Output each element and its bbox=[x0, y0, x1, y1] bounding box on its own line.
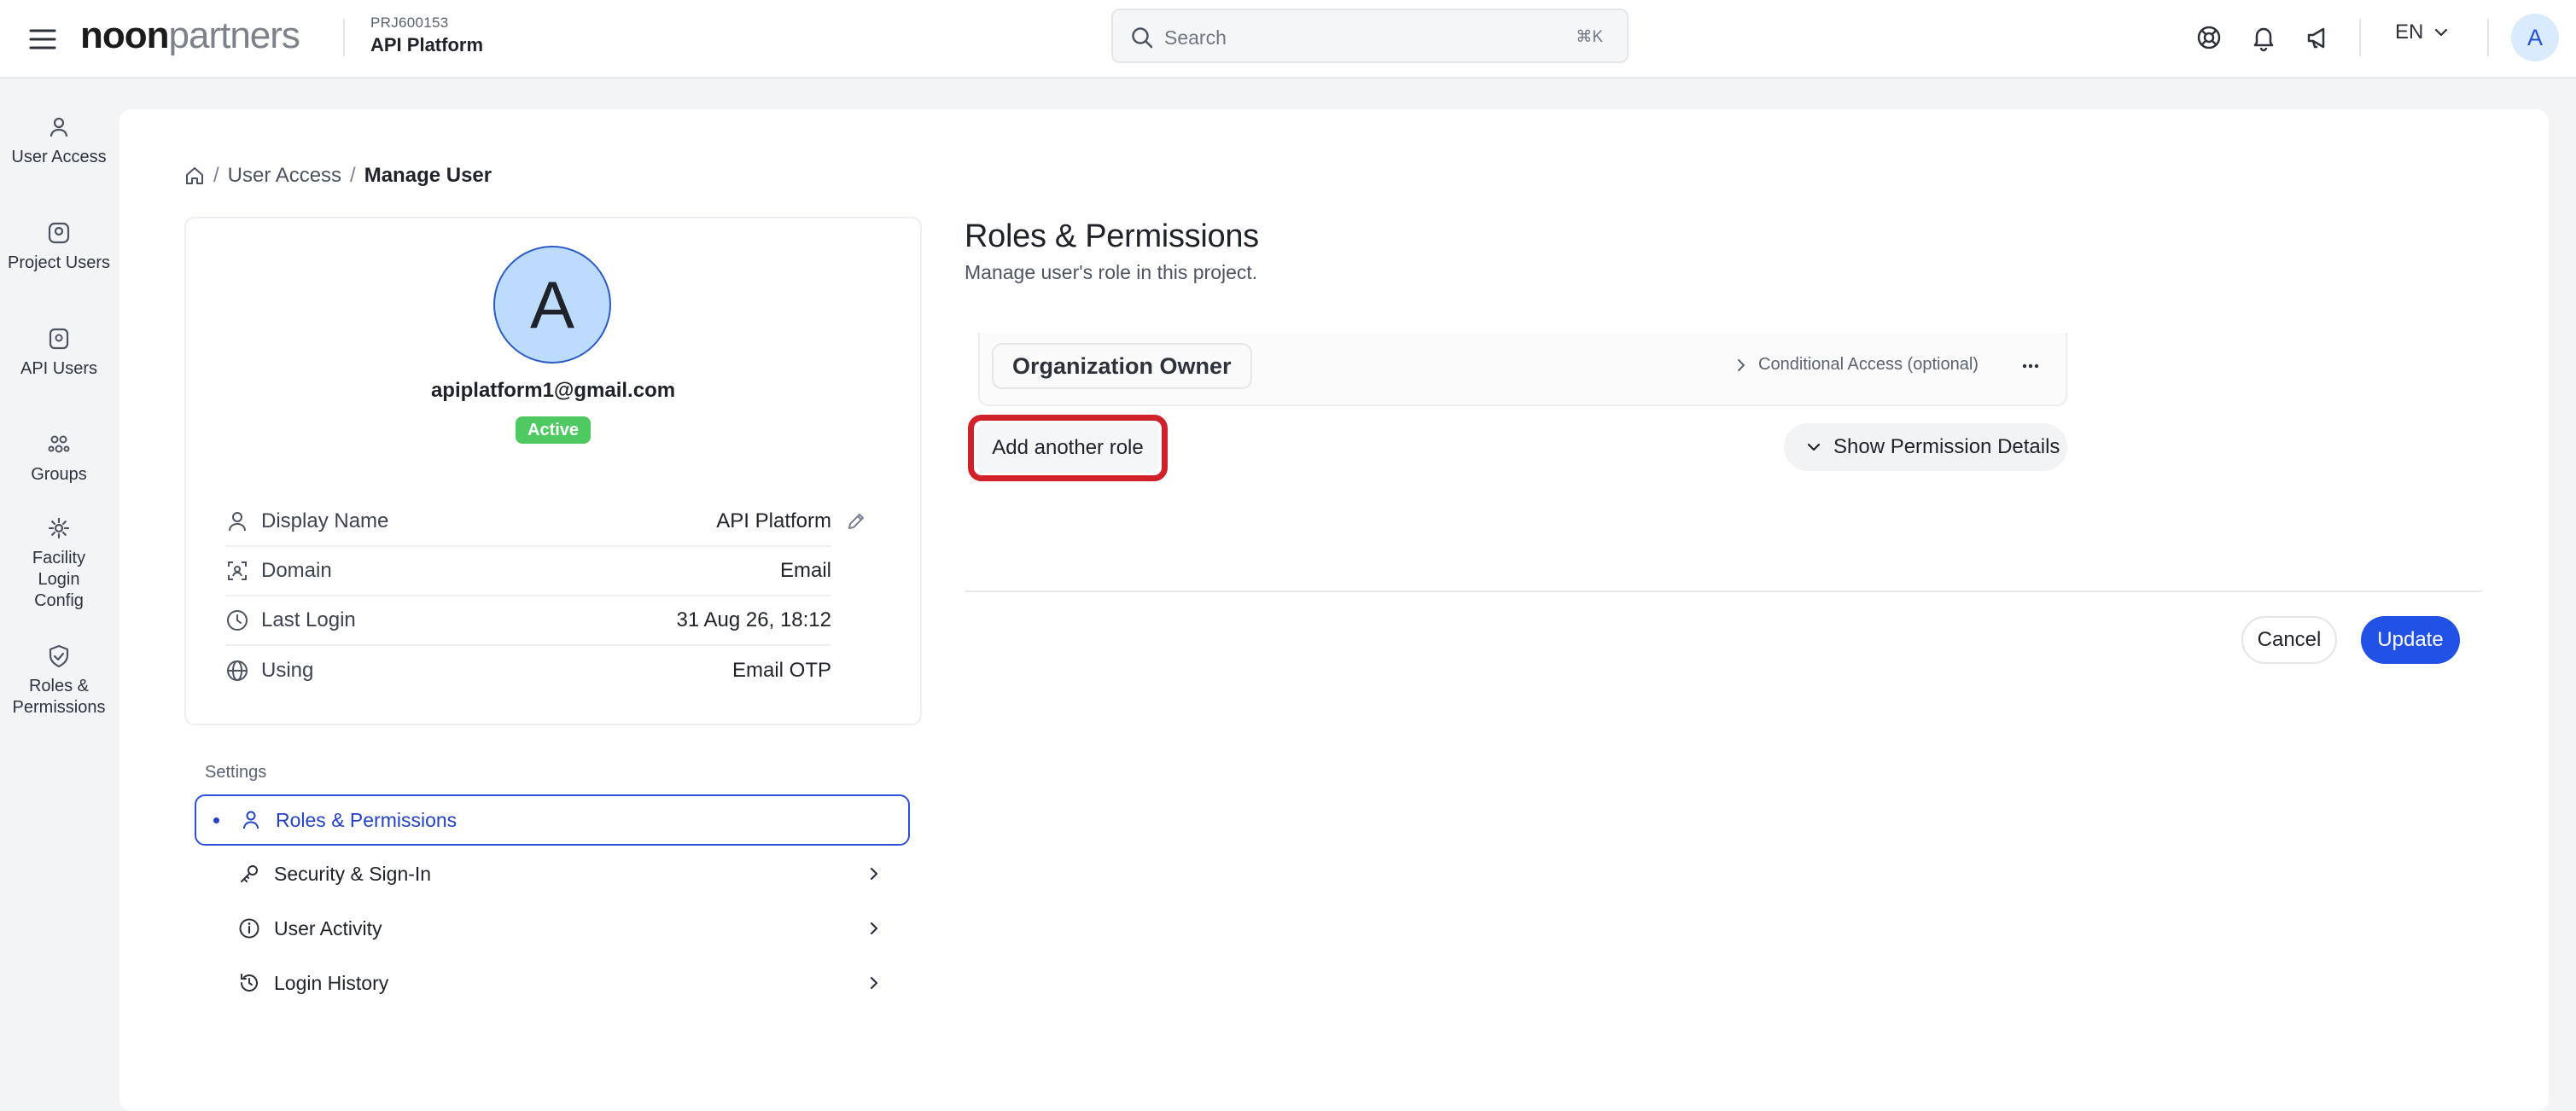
logo-primary: noon bbox=[80, 15, 170, 56]
project-name: API Platform bbox=[370, 34, 484, 55]
gear-icon bbox=[46, 515, 72, 541]
search-shortcut: ⌘K bbox=[1576, 28, 1603, 46]
info-row-last-login: Last Login 31 Aug 26, 18:12 bbox=[225, 596, 831, 646]
field-label: Last Login bbox=[261, 608, 356, 631]
cancel-button[interactable]: Cancel bbox=[2241, 616, 2337, 664]
chevron-right-icon bbox=[864, 973, 884, 993]
settings-item-label: User Activity bbox=[274, 916, 382, 939]
pencil-icon[interactable] bbox=[845, 510, 867, 532]
settings-item-security-sign-in[interactable]: Security & Sign-In bbox=[195, 848, 910, 899]
sidebar: User Access Project Users API Users Grou… bbox=[0, 80, 118, 1111]
add-another-role-button[interactable]: Add another role bbox=[976, 423, 1159, 473]
field-label: Display Name bbox=[261, 509, 389, 532]
sidebar-item-roles-permissions[interactable]: Roles & Permissions bbox=[0, 643, 118, 718]
page-title: Roles & Permissions bbox=[965, 218, 1259, 254]
field-label: Using bbox=[261, 659, 314, 682]
settings-item-label: Security & Sign-In bbox=[274, 862, 432, 885]
divider bbox=[2359, 19, 2361, 56]
chevron-right-icon bbox=[864, 864, 884, 884]
settings-item-label: Roles & Permissions bbox=[276, 808, 458, 831]
field-value: API Platform bbox=[716, 509, 831, 532]
project-code: PRJ600153 bbox=[370, 15, 449, 31]
language-select[interactable]: EN bbox=[2395, 20, 2451, 44]
breadcrumb: / User Access / Manage User bbox=[184, 164, 492, 188]
profile-avatar: A bbox=[493, 246, 611, 364]
info-row-domain: Domain Email bbox=[225, 547, 831, 596]
chevron-down-icon bbox=[2432, 23, 2451, 42]
globe-icon bbox=[225, 659, 249, 683]
info-row-using: Using Email OTP bbox=[225, 646, 831, 695]
conditional-access-label: Conditional Access (optional) bbox=[1758, 355, 1979, 374]
more-options-icon[interactable] bbox=[2018, 353, 2043, 379]
chevron-right-icon bbox=[1733, 357, 1750, 374]
settings-heading: Settings bbox=[205, 763, 267, 782]
bell-icon[interactable] bbox=[2247, 20, 2281, 55]
settings-item-user-activity[interactable]: User Activity bbox=[195, 903, 910, 954]
shield-check-icon bbox=[46, 643, 72, 669]
active-dot bbox=[213, 817, 219, 823]
field-value: 31 Aug 26, 18:12 bbox=[676, 608, 832, 631]
sidebar-item-label: API Users bbox=[20, 359, 98, 378]
sidebar-item-label: Project Users bbox=[7, 253, 111, 272]
show-permission-details-button[interactable]: Show Permission Details bbox=[1784, 423, 2067, 471]
user-avatar[interactable]: A bbox=[2511, 14, 2559, 61]
groups-icon bbox=[46, 432, 72, 457]
menu-icon[interactable] bbox=[26, 22, 60, 56]
key-icon bbox=[238, 863, 260, 885]
info-icon bbox=[238, 917, 260, 939]
sidebar-item-project-users[interactable]: Project Users bbox=[0, 220, 118, 274]
history-icon bbox=[238, 972, 260, 994]
user-icon bbox=[46, 114, 72, 140]
search-placeholder: Search bbox=[1164, 26, 1227, 49]
role-select[interactable]: Organization Owner bbox=[992, 343, 1252, 389]
settings-item-label: Login History bbox=[274, 971, 389, 994]
page-subtitle: Manage user's role in this project. bbox=[965, 261, 1258, 283]
top-bar: noonpartners PRJ600153 API Platform Sear… bbox=[0, 0, 2576, 79]
field-value: Email bbox=[779, 559, 831, 582]
logo-secondary: partners bbox=[168, 15, 300, 56]
settings-item-roles-permissions[interactable]: Roles & Permissions bbox=[195, 794, 910, 846]
chevron-down-icon bbox=[1804, 438, 1823, 457]
sidebar-item-facility-login-config[interactable]: Facility Login Config bbox=[0, 515, 118, 612]
status-badge: Active bbox=[516, 416, 592, 444]
search-icon bbox=[1130, 26, 1154, 49]
help-icon[interactable] bbox=[2192, 20, 2226, 55]
sidebar-item-label: Facility Login Config bbox=[32, 549, 86, 610]
divider bbox=[2487, 19, 2489, 56]
show-permission-details-label: Show Permission Details bbox=[1833, 435, 2060, 458]
sidebar-item-label: User Access bbox=[11, 148, 107, 166]
home-icon[interactable] bbox=[184, 166, 205, 186]
search-input[interactable]: Search ⌘K bbox=[1111, 9, 1629, 63]
user-icon bbox=[240, 809, 262, 831]
info-row-display-name: Display Name API Platform bbox=[225, 497, 831, 547]
logo[interactable]: noonpartners bbox=[80, 12, 300, 60]
breadcrumb-current: Manage User bbox=[364, 164, 492, 187]
breadcrumb-separator: / bbox=[213, 164, 219, 187]
clock-icon bbox=[225, 608, 249, 632]
megaphone-icon[interactable] bbox=[2301, 20, 2335, 55]
api-icon bbox=[46, 326, 72, 352]
sidebar-item-user-access[interactable]: User Access bbox=[0, 114, 118, 168]
user-circle-icon bbox=[46, 220, 72, 246]
sidebar-item-label: Groups bbox=[31, 465, 87, 484]
user-icon bbox=[225, 509, 249, 533]
settings-item-login-history[interactable]: Login History bbox=[195, 957, 910, 1009]
language-value: EN bbox=[2395, 20, 2424, 44]
field-value: Email OTP bbox=[731, 659, 831, 682]
profile-email: apiplatform1@gmail.com bbox=[430, 379, 676, 402]
conditional-access-toggle[interactable]: Conditional Access (optional) bbox=[1733, 355, 1979, 375]
update-button[interactable]: Update bbox=[2361, 616, 2460, 664]
sidebar-item-api-users[interactable]: API Users bbox=[0, 326, 118, 380]
field-label: Domain bbox=[261, 559, 332, 582]
scan-icon bbox=[225, 559, 249, 583]
breadcrumb-user-access[interactable]: User Access bbox=[228, 164, 341, 188]
sidebar-item-label: Roles & Permissions bbox=[12, 677, 106, 717]
divider bbox=[343, 19, 345, 56]
divider bbox=[965, 590, 2482, 592]
project-switcher[interactable]: PRJ600153 API Platform bbox=[370, 14, 483, 58]
chevron-right-icon bbox=[864, 918, 884, 939]
breadcrumb-separator: / bbox=[350, 164, 356, 187]
sidebar-item-groups[interactable]: Groups bbox=[0, 432, 118, 486]
